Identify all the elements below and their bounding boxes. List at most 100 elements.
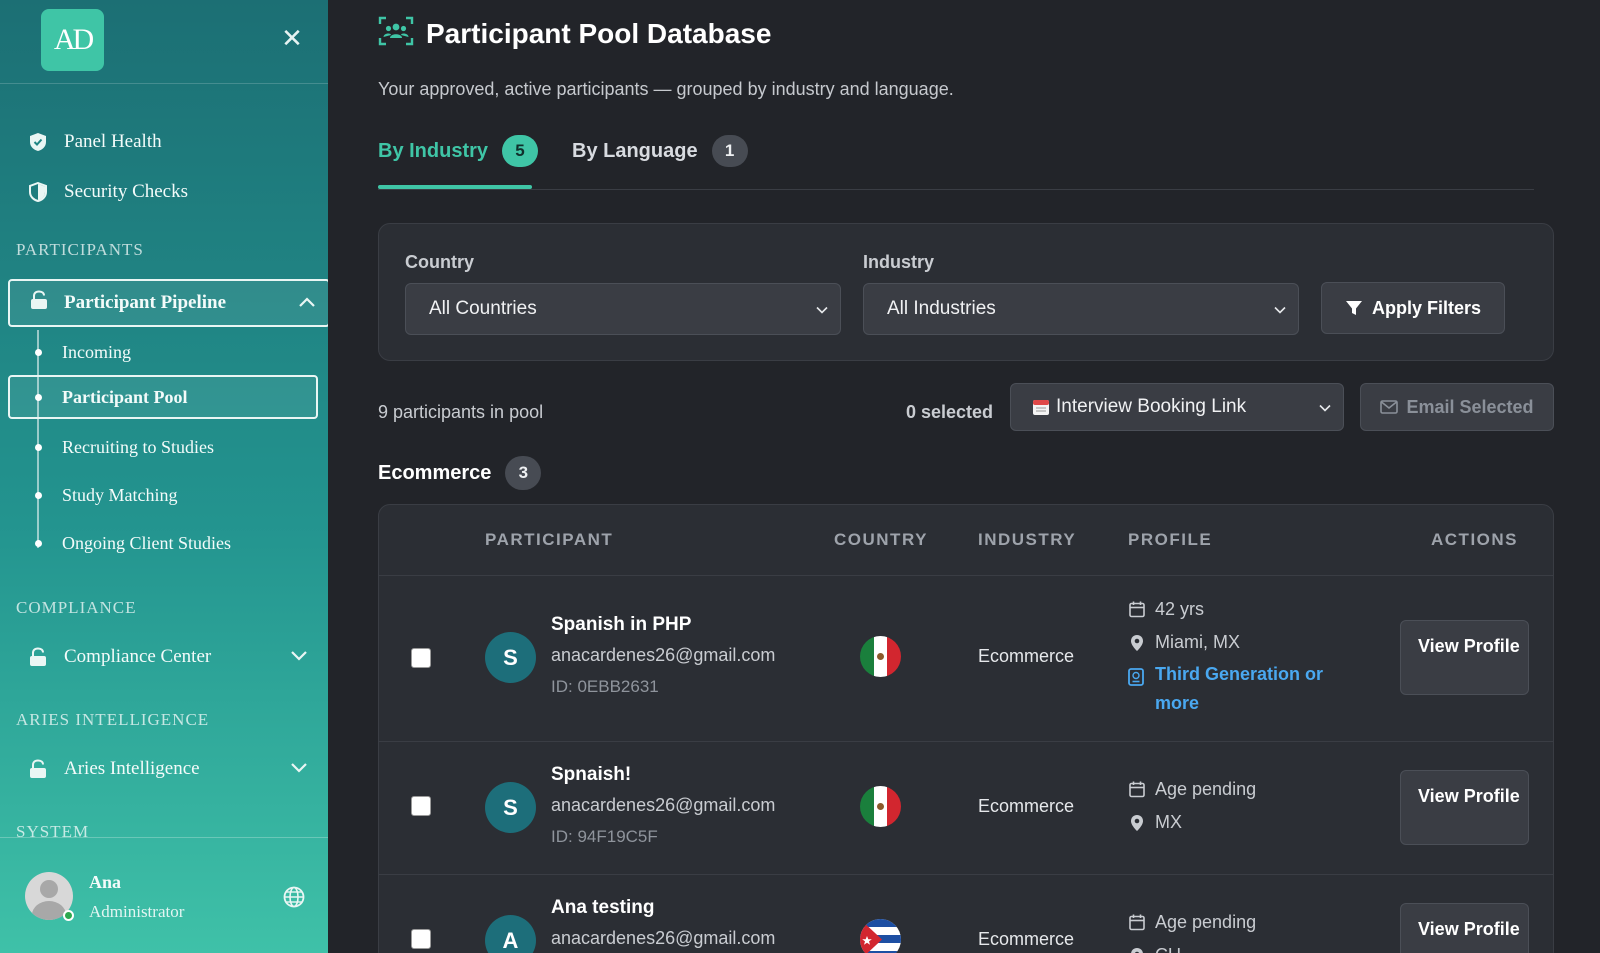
sidebar-subitem-label: Recruiting to Studies bbox=[62, 436, 214, 457]
filter-icon bbox=[1345, 299, 1363, 317]
bullet-dot bbox=[35, 393, 42, 401]
section-header-compliance: COMPLIANCE bbox=[16, 598, 137, 617]
tab-label: By Language bbox=[572, 139, 698, 162]
country-filter-label: Country bbox=[405, 252, 474, 272]
calendar-emoji-icon bbox=[1032, 398, 1050, 416]
bullet-dot bbox=[35, 539, 42, 547]
participant-id: ID: 0EBB2631 bbox=[551, 677, 659, 696]
view-profile-button[interactable]: View Profile bbox=[1400, 903, 1529, 953]
email-selected-button[interactable]: Email Selected bbox=[1360, 383, 1554, 431]
profile-location: Miami, MX bbox=[1128, 632, 1240, 653]
chevron-down-icon bbox=[1319, 396, 1331, 418]
mexico-flag-icon bbox=[860, 636, 901, 677]
sidebar-item-label: Panel Health bbox=[64, 131, 162, 152]
row-checkbox[interactable] bbox=[411, 796, 431, 816]
email-selected-label: Email Selected bbox=[1406, 396, 1534, 417]
shield-half-icon bbox=[28, 182, 48, 202]
map-pin-icon bbox=[1128, 814, 1146, 832]
profile-age-text: 42 yrs bbox=[1155, 599, 1205, 619]
sidebar-header: AD ✕ bbox=[0, 0, 328, 84]
sidebar-item-security-checks[interactable]: Security Checks bbox=[0, 172, 328, 212]
column-header-country[interactable]: COUNTRY bbox=[834, 530, 928, 550]
lock-open-icon bbox=[28, 647, 48, 667]
tab-by-industry[interactable]: By Industry 5 bbox=[378, 135, 539, 167]
industry-select-value: All Industries bbox=[887, 298, 996, 319]
participant-industry: Ecommerce bbox=[978, 929, 1075, 949]
lock-open-icon bbox=[28, 759, 48, 779]
sidebar-item-label: Compliance Center bbox=[64, 646, 212, 667]
avatar-body bbox=[32, 901, 66, 920]
apply-filters-label: Apply Filters bbox=[1371, 297, 1482, 318]
close-icon[interactable]: ✕ bbox=[279, 26, 305, 52]
profile-age: Age pending bbox=[1128, 912, 1256, 933]
profile-location: MX bbox=[1128, 812, 1182, 833]
chevron-down-icon[interactable] bbox=[290, 646, 308, 668]
globe-icon[interactable] bbox=[283, 886, 305, 913]
column-header-profile[interactable]: PROFILE bbox=[1128, 530, 1212, 550]
shield-icon bbox=[28, 132, 48, 152]
calendar-icon bbox=[1128, 914, 1146, 932]
chevron-down-icon bbox=[1274, 298, 1286, 320]
chevron-down-icon[interactable] bbox=[290, 758, 308, 780]
sidebar-subitem-label: Incoming bbox=[62, 341, 131, 362]
bullet-dot bbox=[35, 491, 42, 499]
profile-age-text: Age pending bbox=[1155, 779, 1257, 799]
sidebar-subitem-study-matching[interactable]: Study Matching bbox=[0, 473, 328, 517]
group-heading: Ecommerce 3 bbox=[378, 456, 542, 490]
table-row: S Spanish in PHP anacardenes26@gmail.com… bbox=[379, 576, 1553, 742]
sidebar-subitem-label: Study Matching bbox=[62, 484, 178, 505]
row-checkbox[interactable] bbox=[411, 648, 431, 668]
chevron-up-icon[interactable] bbox=[298, 292, 316, 314]
group-title-text: Ecommerce bbox=[378, 461, 492, 484]
row-checkbox[interactable] bbox=[411, 929, 431, 949]
bullet-dot bbox=[35, 443, 42, 451]
mexico-flag-icon bbox=[860, 786, 901, 827]
envelope-icon bbox=[1380, 400, 1399, 414]
sidebar-item-participant-pipeline[interactable]: Participant Pipeline bbox=[8, 279, 328, 327]
tab-count-badge: 5 bbox=[502, 135, 539, 167]
participant-avatar: S bbox=[485, 632, 536, 683]
passport-icon bbox=[1128, 666, 1146, 695]
apply-filters-button[interactable]: Apply Filters bbox=[1321, 282, 1505, 334]
participant-id: ID: 94F19C5F bbox=[551, 827, 658, 846]
table-row: A Ana testing anacardenes26@gmail.com Ec… bbox=[379, 875, 1553, 953]
filter-panel: Country All Countries Industry All Indus… bbox=[378, 223, 1554, 361]
tab-by-language[interactable]: By Language 1 bbox=[572, 135, 748, 167]
email-template-select[interactable]: Interview Booking Link bbox=[1010, 383, 1344, 431]
pool-count: 9 participants in pool bbox=[378, 402, 544, 422]
sidebar-item-panel-health[interactable]: Panel Health bbox=[0, 122, 328, 162]
active-tab-indicator bbox=[378, 185, 532, 189]
view-profile-button[interactable]: View Profile bbox=[1400, 770, 1529, 845]
tab-count-badge: 1 bbox=[711, 135, 748, 167]
calendar-icon bbox=[1128, 781, 1146, 799]
column-header-industry[interactable]: INDUSTRY bbox=[978, 530, 1076, 550]
country-select-value: All Countries bbox=[429, 298, 537, 319]
participant-name: Spanish in PHP bbox=[551, 614, 692, 635]
sidebar-subitem-incoming[interactable]: Incoming bbox=[0, 330, 328, 374]
section-header-aries: ARIES INTELLIGENCE bbox=[16, 710, 210, 729]
sidebar-item-aries-intelligence[interactable]: Aries Intelligence bbox=[0, 749, 328, 789]
column-header-participant[interactable]: PARTICIPANT bbox=[485, 530, 613, 550]
country-select[interactable]: All Countries bbox=[405, 283, 841, 335]
sidebar-subitem-label: Participant Pool bbox=[62, 386, 188, 407]
page-subtitle: Your approved, active participants — gro… bbox=[378, 79, 954, 99]
sidebar-subitem-participant-pool[interactable]: Participant Pool bbox=[8, 375, 318, 419]
sidebar-subitem-ongoing-client-studies[interactable]: Ongoing Client Studies bbox=[0, 521, 328, 565]
app-logo[interactable]: AD bbox=[41, 9, 104, 71]
avatar-head bbox=[40, 880, 58, 898]
participant-industry: Ecommerce bbox=[978, 796, 1075, 816]
sidebar-item-compliance-center[interactable]: Compliance Center bbox=[0, 637, 328, 677]
bullet-dot bbox=[35, 348, 42, 356]
profile-generation[interactable]: Third Generation or more bbox=[1128, 660, 1348, 718]
sidebar-subitem-recruiting[interactable]: Recruiting to Studies bbox=[0, 425, 328, 469]
profile-age: Age pending bbox=[1128, 779, 1256, 800]
tab-label: By Industry bbox=[378, 139, 489, 162]
cuba-flag-icon bbox=[860, 919, 901, 953]
page-header: Participant Pool Database bbox=[378, 16, 771, 51]
industry-select[interactable]: All Industries bbox=[863, 283, 1299, 335]
table-header: PARTICIPANT COUNTRY INDUSTRY PROFILE ACT… bbox=[379, 505, 1553, 576]
profile-location: CU bbox=[1128, 945, 1181, 953]
map-pin-icon bbox=[1128, 947, 1146, 953]
view-profile-button[interactable]: View Profile bbox=[1400, 620, 1529, 695]
participant-industry: Ecommerce bbox=[978, 646, 1075, 666]
